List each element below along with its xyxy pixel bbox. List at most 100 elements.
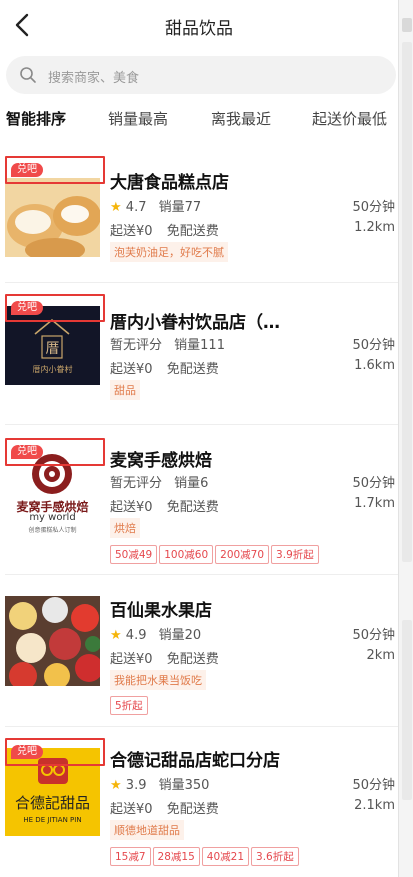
side-panel-edge: [398, 0, 413, 877]
shop-distance: 2km: [366, 648, 395, 663]
badge-label: 兑吧: [11, 445, 43, 459]
shop-rating-sales: ★ 3.9 销量350: [110, 774, 209, 793]
promo-list: 50减49 100减60 200减70 3.9折起: [110, 543, 321, 564]
shop-distance: 1.7km: [354, 496, 395, 511]
delivery-fee: 免配送费: [166, 224, 219, 239]
promo-badge: 28减15: [152, 847, 200, 866]
shop-tag: 顺德地道甜品: [110, 820, 184, 840]
logo-char: 厝: [45, 341, 60, 357]
delivery-time: 50分钟: [352, 778, 395, 793]
delivery-fee: 免配送费: [166, 500, 219, 515]
shop-rating: 3.9: [125, 778, 147, 793]
delivery-fee: 免配送费: [166, 652, 219, 667]
shop-tag: 我能把水果当饭吃: [110, 670, 206, 690]
shop-rating: 4.7: [125, 200, 147, 215]
shop-name: 百仙果水果店: [110, 601, 212, 621]
logo-sub: HE DE JITIAN PIN: [23, 816, 82, 824]
divider: [5, 726, 398, 727]
search-icon: [20, 67, 36, 83]
min-order: 起送¥0: [110, 652, 153, 667]
logo-small: 创意蛋糕私人订制: [28, 527, 77, 534]
shop-distance: 1.6km: [354, 358, 395, 373]
star-icon: ★: [110, 778, 122, 793]
logo-text: 厝内小眷村: [32, 365, 73, 374]
promo-badge: 100减60: [159, 545, 214, 564]
promo-list: 15减7 28减15 40减21 3.6折起: [110, 845, 301, 866]
min-order: 起送¥0: [110, 362, 153, 377]
duiba-badge: 兑吧: [5, 438, 105, 466]
page-title: 甜品饮品: [165, 19, 233, 39]
star-icon: ★: [110, 628, 122, 643]
shop-name: 合德记甜品店蛇口分店: [110, 751, 280, 771]
promo-list: 5折起: [110, 694, 150, 715]
edge-block: [402, 620, 412, 800]
sort-tab-smart[interactable]: 智能排序: [6, 108, 66, 129]
shop-rating: 4.9: [125, 628, 147, 643]
duiba-badge: 兑吧: [5, 156, 105, 184]
promo-badge: 50减49: [110, 545, 158, 564]
sort-tab-sales[interactable]: 销量最高: [108, 108, 168, 129]
shop-sales: 销量20: [158, 628, 202, 643]
search-input[interactable]: 搜索商家、美食: [6, 56, 396, 94]
sort-tab-distance[interactable]: 离我最近: [211, 108, 271, 129]
logo-text: 合德記甜品: [14, 794, 90, 812]
sort-tab-min-price[interactable]: 起送价最低: [312, 108, 387, 129]
shop-sales: 销量6: [174, 476, 209, 491]
promo-badge: 40减21: [201, 847, 250, 866]
shop-tag: 泡芙奶油足，好吃不腻: [110, 242, 228, 262]
shop-fees: 起送¥0 免配送费: [110, 648, 219, 667]
badge-label: 兑吧: [11, 163, 43, 177]
shop-distance: 1.2km: [354, 220, 395, 235]
star-icon: ★: [110, 200, 122, 215]
duiba-badge: 兑吧: [5, 294, 105, 322]
shop-fees: 起送¥0 免配送费: [110, 496, 219, 515]
shop-rating: 暂无评分: [110, 476, 163, 491]
logo-sub: my world: [29, 512, 76, 523]
shop-sales: 销量77: [158, 200, 202, 215]
shop-image: [5, 178, 100, 257]
delivery-fee: 免配送费: [166, 802, 219, 817]
shop-rating-sales: 暂无评分 销量6: [110, 472, 208, 491]
shop-fees: 起送¥0 免配送费: [110, 220, 219, 239]
shop-rating: 暂无评分: [110, 338, 163, 353]
min-order: 起送¥0: [110, 224, 153, 239]
shop-rating-sales: ★ 4.7 销量77: [110, 196, 201, 215]
min-order: 起送¥0: [110, 500, 153, 515]
shop-tag: 甜品: [110, 380, 140, 400]
shop-fees: 起送¥0 免配送费: [110, 798, 219, 817]
delivery-time: 50分钟: [352, 200, 395, 215]
shop-distance: 2.1km: [354, 798, 395, 813]
delivery-time: 50分钟: [352, 628, 395, 643]
shop-name: 厝内小眷村饮品店（…: [110, 313, 280, 333]
delivery-fee: 免配送费: [166, 362, 219, 377]
search-placeholder: 搜索商家、美食: [48, 71, 140, 86]
shop-rating-sales: 暂无评分 销量111: [110, 334, 225, 353]
shop-name: 麦窝手感烘焙: [110, 451, 212, 471]
delivery-time: 50分钟: [352, 338, 395, 353]
shop-rating-sales: ★ 4.9 销量20: [110, 624, 201, 643]
duiba-badge: 兑吧: [5, 738, 105, 766]
badge-label: 兑吧: [11, 745, 43, 759]
shop-sales: 销量111: [174, 338, 225, 353]
promo-badge: 3.9折起: [271, 545, 319, 564]
shop-image: [5, 596, 100, 686]
divider: [5, 574, 398, 575]
promo-badge: 5折起: [110, 696, 148, 715]
promo-badge: 15减7: [110, 847, 151, 866]
divider: [5, 424, 398, 425]
shop-fees: 起送¥0 免配送费: [110, 358, 219, 377]
promo-badge: 200减70: [215, 545, 270, 564]
edge-block: [402, 18, 412, 32]
app-screen: 甜品饮品 搜索商家、美食 智能排序 销量最高 离我最近 起送价最低 兑吧 大唐食…: [0, 0, 398, 877]
top-bar: 甜品饮品: [0, 0, 398, 50]
divider: [5, 282, 398, 283]
shop-name: 大唐食品糕点店: [110, 173, 229, 193]
shop-tag: 烘焙: [110, 518, 140, 538]
delivery-time: 50分钟: [352, 476, 395, 491]
edge-block: [402, 42, 412, 562]
promo-badge: 3.6折起: [251, 847, 299, 866]
badge-label: 兑吧: [11, 301, 43, 315]
min-order: 起送¥0: [110, 802, 153, 817]
shop-sales: 销量350: [158, 778, 210, 793]
sort-bar: 智能排序 销量最高 离我最近 起送价最低: [0, 100, 398, 136]
